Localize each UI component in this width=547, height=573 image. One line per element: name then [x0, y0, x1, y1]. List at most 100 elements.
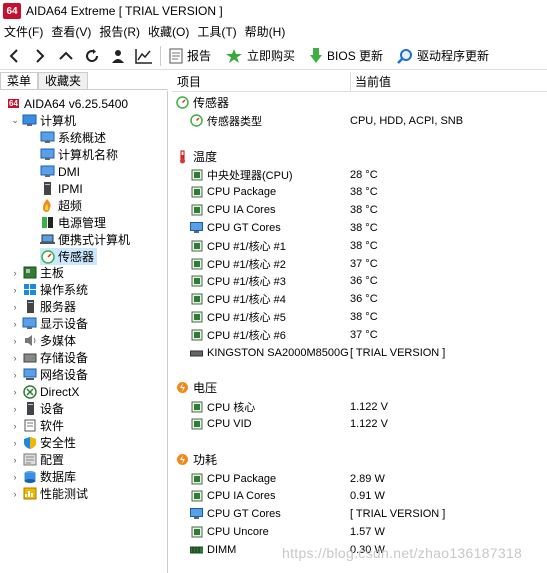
list-item[interactable]: CPU Package 38 °C: [172, 184, 547, 201]
list-item[interactable]: CPU #1/核心 #3 36 °C: [172, 273, 547, 290]
menu-report[interactable]: 报告(R): [95, 22, 144, 42]
chevron-right-icon[interactable]: ›: [10, 268, 20, 278]
cpu-chip-icon: [190, 293, 203, 306]
list-item[interactable]: 中央处理器(CPU) 28 °C: [172, 166, 547, 183]
tab-menu[interactable]: 菜单: [0, 72, 39, 89]
menu-help[interactable]: 帮助(H): [241, 22, 290, 42]
chart-icon[interactable]: [132, 44, 156, 68]
cpu-chip-icon: [190, 328, 203, 341]
list-item[interactable]: CPU IA Cores 38 °C: [172, 202, 547, 219]
tree-item-label: 传感器: [58, 250, 95, 264]
tree-item-sensor[interactable]: 传感器: [40, 248, 98, 265]
chevron-right-icon[interactable]: ›: [10, 387, 20, 397]
chevron-right-icon[interactable]: ›: [10, 370, 20, 380]
item-label: CPU #1/核心 #3: [207, 276, 286, 289]
tree-item-label: 显示设备: [40, 317, 89, 331]
list-item[interactable]: KINGSTON SA2000M8500G[ TRIAL VERSION ]: [172, 344, 547, 361]
tree-item-multimedia[interactable]: › 多媒体: [10, 332, 77, 349]
list-item[interactable]: 传感器类型 CPU, HDD, ACPI, SNB: [172, 112, 547, 129]
tree-item-config[interactable]: › 配置: [10, 451, 65, 468]
tree-item-benchmark[interactable]: › 性能测试: [10, 485, 89, 502]
section-voltage: 电压: [172, 379, 547, 396]
chevron-right-icon[interactable]: ›: [10, 421, 20, 431]
chevron-right-icon[interactable]: ›: [10, 353, 20, 363]
refresh-icon[interactable]: [80, 44, 104, 68]
tree-item-power-management[interactable]: 电源管理: [40, 214, 106, 231]
chevron-right-icon[interactable]: ›: [10, 489, 20, 499]
list-item[interactable]: CPU GT Cores [ TRIAL VERSION ]: [172, 506, 547, 523]
tree-item-computer[interactable]: ⌄ 计算机: [10, 112, 76, 129]
report-button[interactable]: 报告: [165, 44, 215, 68]
chevron-right-icon[interactable]: ›: [10, 455, 20, 465]
list-item[interactable]: CPU #1/核心 #4 36 °C: [172, 291, 547, 308]
chevron-down-icon[interactable]: ⌄: [10, 115, 20, 126]
device-icon: [22, 402, 37, 416]
list-item[interactable]: CPU VID 1.122 V: [172, 416, 547, 433]
tree-item-security[interactable]: › 安全性: [10, 434, 77, 451]
user-icon[interactable]: [106, 44, 130, 68]
cpu-chip-icon: [190, 472, 203, 485]
list-item[interactable]: CPU #1/核心 #5 38 °C: [172, 308, 547, 325]
menu-bar: 文件(F) 查看(V) 报告(R) 收藏(O) 工具(T) 帮助(H): [0, 22, 547, 42]
tree-item-label: 服务器: [40, 300, 77, 314]
chevron-right-icon[interactable]: ›: [10, 319, 20, 329]
menu-favorites[interactable]: 收藏(O): [144, 22, 193, 42]
menu-view[interactable]: 查看(V): [47, 22, 95, 42]
menu-file[interactable]: 文件(F): [0, 22, 47, 42]
driver-update-button[interactable]: 驱动程序更新: [393, 44, 493, 68]
forward-icon[interactable]: [28, 44, 52, 68]
list-item[interactable]: CPU #1/核心 #2 37 °C: [172, 255, 547, 272]
column-header-value[interactable]: 当前值: [350, 71, 391, 92]
toolbar: 报告 立即购买 BIOS 更新 驱动程序更新: [0, 42, 547, 70]
tree-item-ipmi[interactable]: IPMI: [40, 180, 83, 197]
tree-item-system-summary[interactable]: 系统概述: [40, 129, 106, 146]
list-item[interactable]: CPU IA Cores 0.91 W: [172, 488, 547, 505]
buy-now-button[interactable]: 立即购买: [221, 44, 299, 68]
item-value: 37 °C: [350, 328, 378, 341]
tree-item-label: 电源管理: [58, 216, 107, 230]
up-icon[interactable]: [54, 44, 78, 68]
tree-item-database[interactable]: › 数据库: [10, 468, 77, 485]
column-header-item[interactable]: 项目: [177, 73, 201, 90]
item-label: CPU Package: [207, 186, 277, 199]
list-item[interactable]: CPU 核心 1.122 V: [172, 398, 547, 415]
tree-item-label: 配置: [40, 453, 65, 467]
menu-tools[interactable]: 工具(T): [193, 22, 240, 42]
list-item[interactable]: CPU Package 2.89 W: [172, 470, 547, 487]
item-value: 1.122 V: [350, 400, 388, 413]
list-item[interactable]: CPU Uncore 1.57 W: [172, 523, 547, 540]
tree-item-network[interactable]: › 网络设备: [10, 366, 89, 383]
tree-root[interactable]: 64 AIDA64 v6.25.5400: [6, 95, 128, 112]
list-item[interactable]: CPU #1/核心 #6 37 °C: [172, 326, 547, 343]
tree-item-devices[interactable]: › 设备: [10, 400, 64, 417]
section-temperature: 温度: [172, 148, 547, 165]
tree-item-portable-computer[interactable]: 便携式计算机: [40, 231, 130, 248]
tree-item-display[interactable]: › 显示设备: [10, 315, 89, 332]
chevron-right-icon[interactable]: ›: [10, 472, 20, 482]
tree-item-overclock[interactable]: 超频: [40, 197, 82, 214]
tree-item-motherboard[interactable]: › 主板: [10, 264, 65, 281]
chevron-right-icon[interactable]: ›: [10, 438, 20, 448]
chevron-right-icon[interactable]: ›: [10, 285, 20, 295]
battery-icon: [40, 216, 55, 230]
tree-item-software[interactable]: › 软件: [10, 417, 65, 434]
tree-item-computer-name[interactable]: 计算机名称: [40, 146, 118, 163]
chevron-right-icon[interactable]: ›: [10, 302, 20, 312]
tree-item-directx[interactable]: › DirectX: [10, 383, 80, 400]
list-item[interactable]: CPU GT Cores 38 °C: [172, 219, 547, 236]
tree-item-storage[interactable]: › 存储设备: [10, 349, 89, 366]
report-icon: [169, 48, 183, 63]
chevron-right-icon[interactable]: ›: [10, 404, 20, 414]
back-icon[interactable]: [2, 44, 26, 68]
tab-favorites[interactable]: 收藏夹: [38, 72, 89, 89]
section-title: 电压: [193, 381, 218, 395]
list-item[interactable]: CPU #1/核心 #1 38 °C: [172, 237, 547, 254]
tree-item-server[interactable]: › 服务器: [10, 298, 76, 315]
bios-update-button[interactable]: BIOS 更新: [305, 44, 387, 68]
tree-item-dmi[interactable]: DMI: [40, 163, 80, 180]
chevron-right-icon[interactable]: ›: [10, 336, 20, 346]
item-label: CPU #1/核心 #4: [207, 294, 286, 307]
dimm-icon: [190, 543, 203, 556]
item-label: KINGSTON SA2000M8500G: [207, 346, 349, 359]
tree-item-os[interactable]: › 操作系统: [10, 281, 89, 298]
